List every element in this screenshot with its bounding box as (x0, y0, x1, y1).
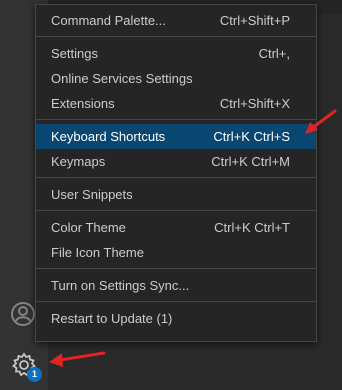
annotation-arrow-icon (49, 351, 106, 367)
menu-separator (36, 268, 316, 269)
menu-item-label: Restart to Update (1) (51, 311, 173, 326)
manage-gear-button[interactable]: 1 (10, 351, 42, 382)
menu-item-restart-to-update-1[interactable]: Restart to Update (1) (36, 306, 316, 331)
menu-item-shortcut: Ctrl+, (258, 46, 290, 61)
accounts-icon[interactable] (10, 301, 36, 327)
menu-item-keymaps[interactable]: Keymaps Ctrl+K Ctrl+M (36, 149, 316, 174)
menu-item-keyboard-shortcuts[interactable]: Keyboard Shortcuts Ctrl+K Ctrl+S (36, 124, 316, 149)
menu-item-label: Online Services Settings (51, 71, 193, 86)
menu-item-file-icon-theme[interactable]: File Icon Theme (36, 240, 316, 265)
menu-item-shortcut: Ctrl+K Ctrl+T (214, 220, 290, 235)
menu-item-label: Turn on Settings Sync... (51, 278, 190, 293)
menu-item-label: Extensions (51, 96, 115, 111)
menu-item-label: Keymaps (51, 154, 106, 169)
menu-item-label: Command Palette... (51, 13, 166, 28)
menu-separator (36, 119, 316, 120)
menu-item-user-snippets[interactable]: User Snippets (36, 182, 316, 207)
menu-item-label: Settings (51, 46, 98, 61)
menu-item-shortcut: Ctrl+K Ctrl+M (211, 154, 290, 169)
menu-item-label: File Icon Theme (51, 245, 144, 260)
update-count-badge: 1 (27, 367, 42, 382)
manage-context-menu: Command Palette... Ctrl+Shift+P Settings Ct… (35, 4, 317, 342)
menu-item-command-palette[interactable]: Command Palette... Ctrl+Shift+P (36, 8, 316, 33)
menu-item-shortcut: Ctrl+Shift+X (219, 96, 290, 111)
menu-item-label: Color Theme (51, 220, 126, 235)
menu-item-shortcut: Ctrl+K Ctrl+S (213, 129, 290, 144)
annotation-arrow-icon (305, 109, 337, 134)
menu-separator (36, 210, 316, 211)
menu-separator (36, 36, 316, 37)
menu-item-online-services-settings[interactable]: Online Services Settings (36, 66, 316, 91)
menu-item-label: Keyboard Shortcuts (51, 129, 166, 144)
vscode-window: 1 Command Palette... Ctrl+Shift+P Settings… (0, 0, 342, 390)
menu-item-shortcut: Ctrl+Shift+P (219, 13, 290, 28)
menu-item-color-theme[interactable]: Color Theme Ctrl+K Ctrl+T (36, 215, 316, 240)
menu-separator (36, 177, 316, 178)
menu-item-label: User Snippets (51, 187, 133, 202)
menu-item-settings[interactable]: Settings Ctrl+, (36, 41, 316, 66)
menu-item-turn-on-settings-sync[interactable]: Turn on Settings Sync... (36, 273, 316, 298)
menu-item-extensions[interactable]: Extensions Ctrl+Shift+X (36, 91, 316, 116)
menu-separator (36, 301, 316, 302)
